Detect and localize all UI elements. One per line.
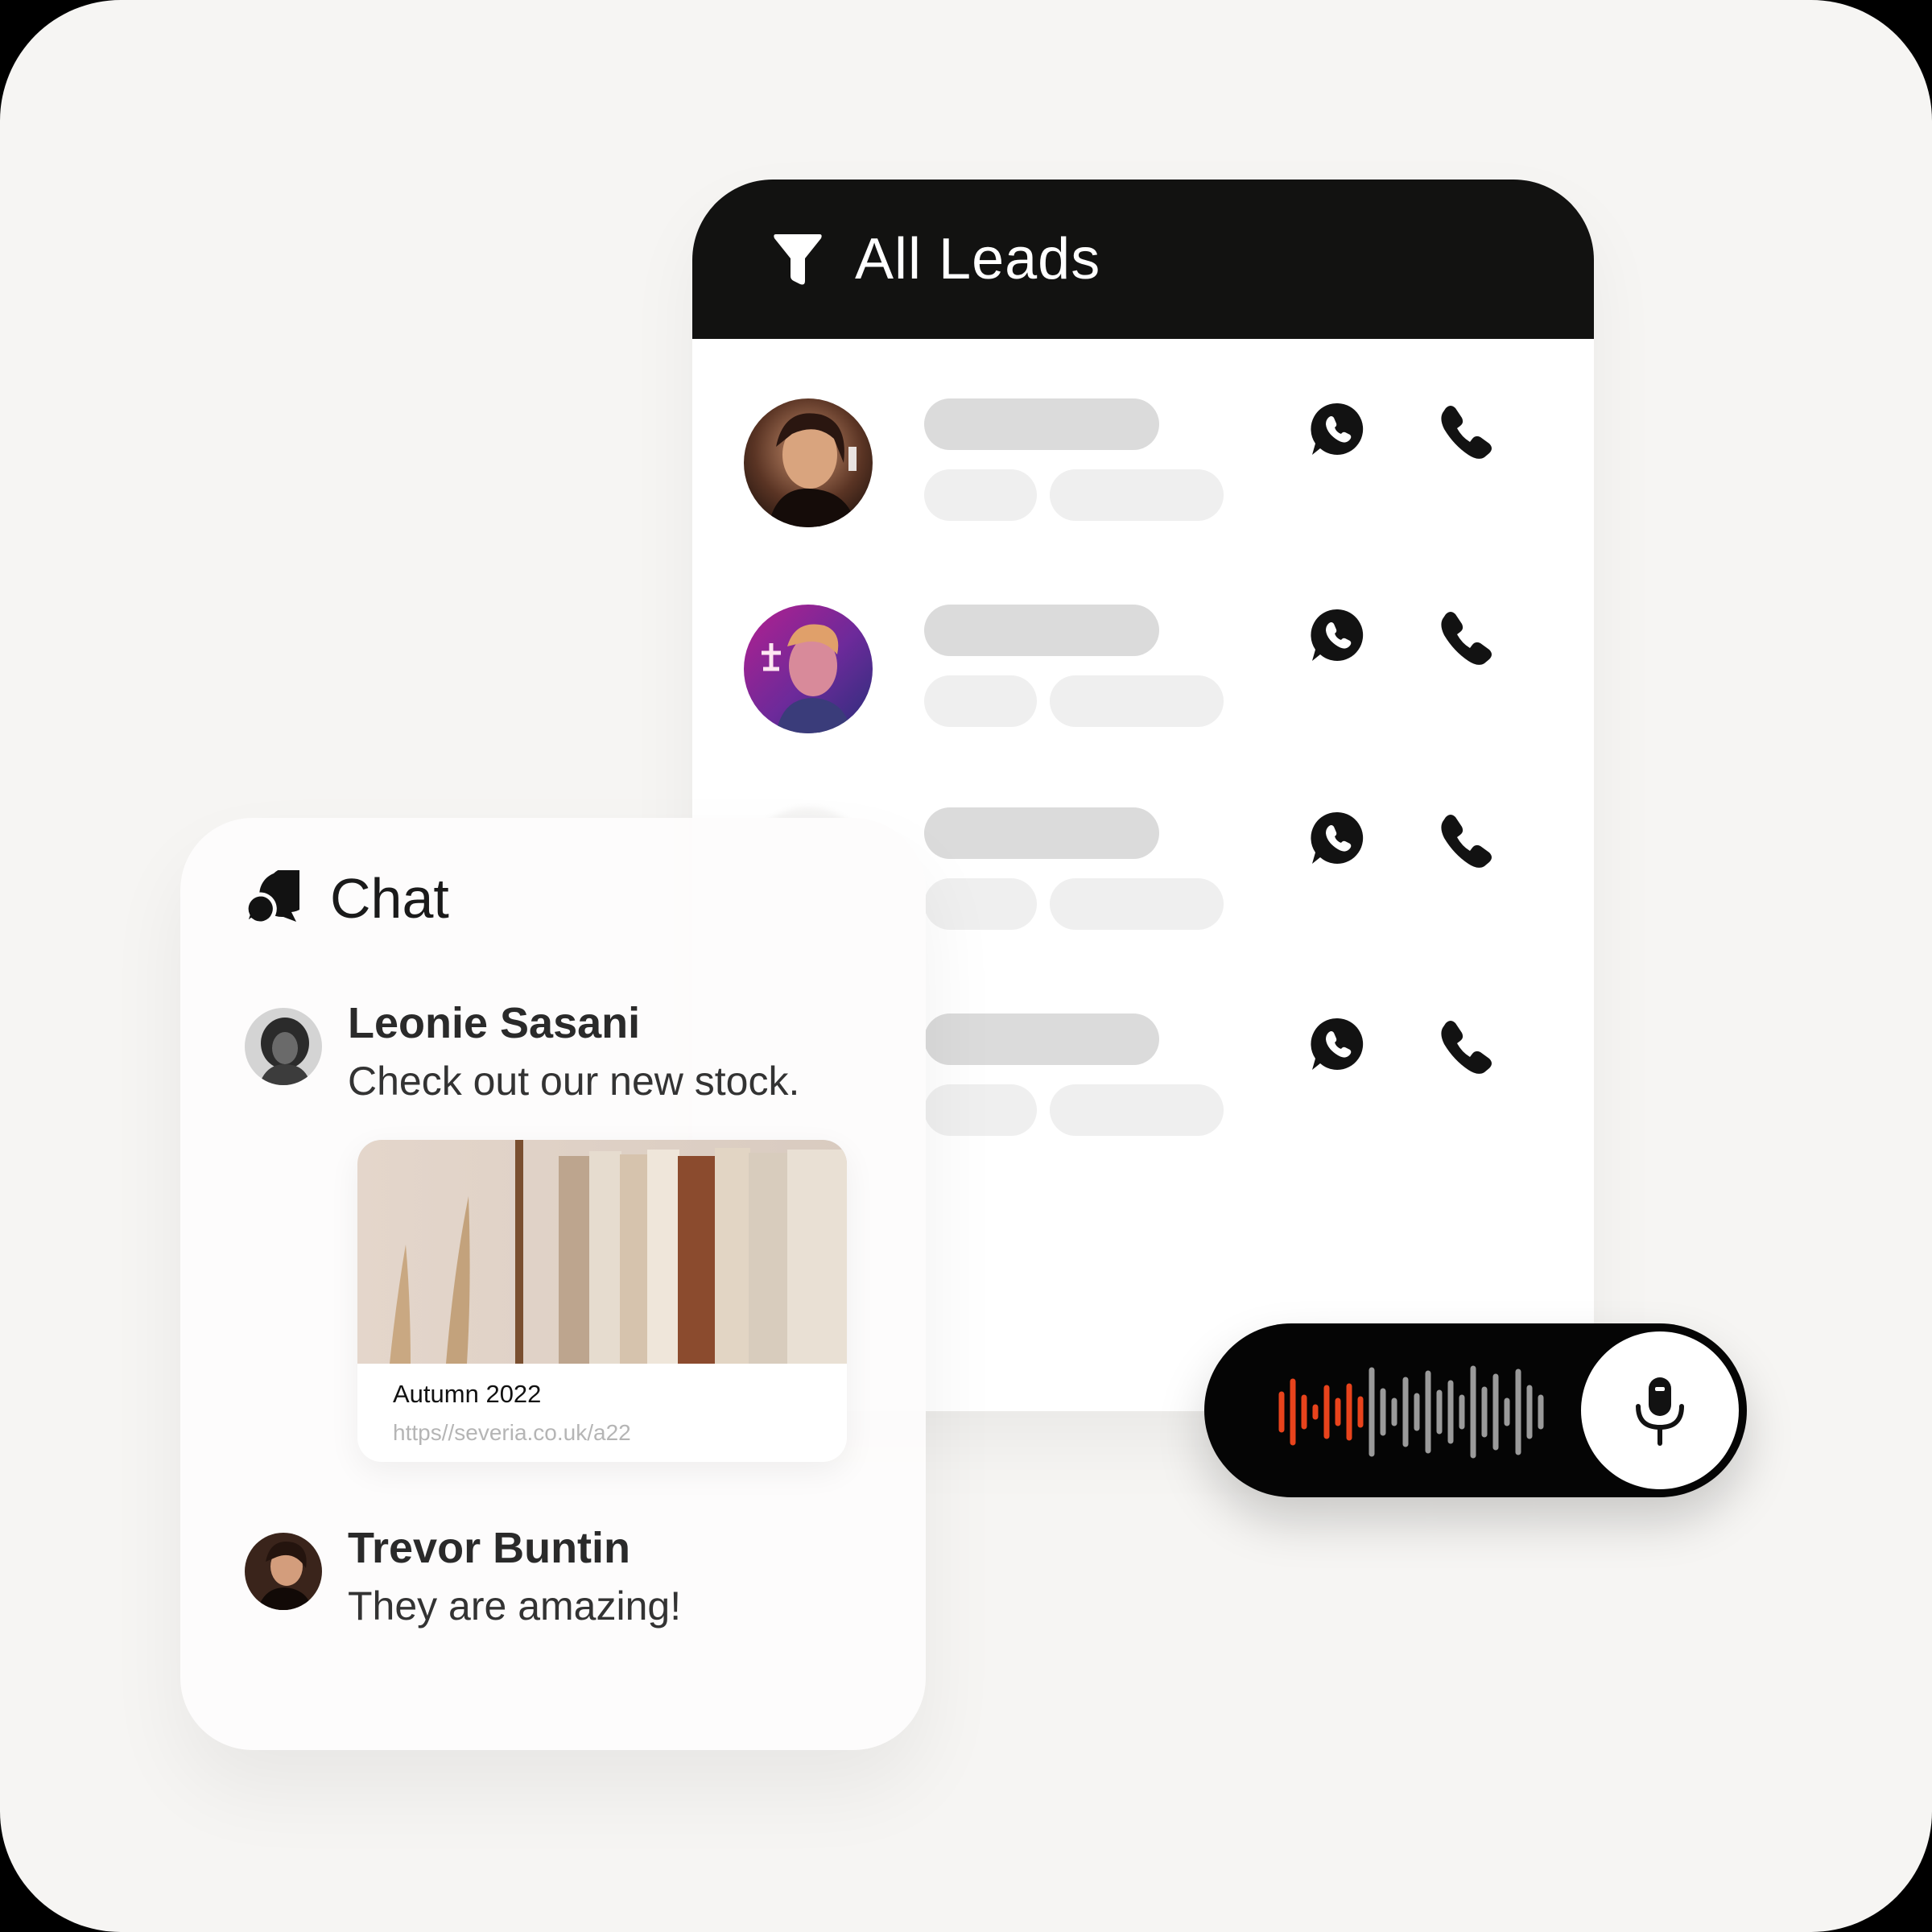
sender-name: Leonie Sasani <box>348 999 641 1047</box>
lead-row[interactable] <box>692 398 1594 535</box>
lead-name-skeleton <box>924 605 1159 656</box>
lead-tag-skeleton <box>1050 675 1224 727</box>
chat-header: Chat <box>243 866 449 931</box>
phone-icon[interactable] <box>1438 608 1496 666</box>
voice-recorder[interactable] <box>1204 1323 1747 1497</box>
chat-panel: Chat Leonie Sasani Check out our new sto… <box>180 818 926 1750</box>
lead-tag-skeleton <box>924 469 1037 521</box>
lead-name-skeleton <box>924 807 1159 859</box>
avatar <box>744 398 873 527</box>
lead-tag-skeleton <box>1050 1084 1224 1136</box>
lead-tag-skeleton <box>924 675 1037 727</box>
canvas: All Leads Chat Leonie Sasani Check out o… <box>0 0 1932 1932</box>
chat-bubbles-icon <box>243 870 299 927</box>
message-text: Check out our new stock. <box>348 1059 800 1104</box>
lead-name-skeleton <box>924 1013 1159 1065</box>
whatsapp-icon[interactable] <box>1309 1015 1367 1073</box>
link-title: Autumn 2022 <box>393 1380 542 1408</box>
whatsapp-icon[interactable] <box>1309 606 1367 664</box>
message-text: They are amazing! <box>348 1583 682 1629</box>
link-preview-card[interactable]: Autumn 2022 https//severia.co.uk/a22 <box>357 1140 847 1462</box>
link-url[interactable]: https//severia.co.uk/a22 <box>393 1420 631 1446</box>
whatsapp-icon[interactable] <box>1309 400 1367 458</box>
phone-icon[interactable] <box>1438 402 1496 460</box>
lead-tag-skeleton <box>1050 878 1224 930</box>
leads-header: All Leads <box>692 180 1594 339</box>
clothing-rack-image <box>357 1140 847 1364</box>
phone-icon[interactable] <box>1438 811 1496 869</box>
phone-icon[interactable] <box>1438 1017 1496 1075</box>
lead-row[interactable] <box>692 605 1594 741</box>
whatsapp-icon[interactable] <box>1309 809 1367 867</box>
lead-tag-skeleton <box>1050 469 1224 521</box>
leads-title: All Leads <box>855 227 1101 291</box>
avatar <box>744 605 873 733</box>
audio-waveform <box>1278 1365 1544 1459</box>
filter-icon[interactable] <box>773 231 823 287</box>
chat-title: Chat <box>330 867 449 930</box>
avatar <box>245 1533 322 1610</box>
avatar <box>245 1008 322 1085</box>
sender-name: Trevor Buntin <box>348 1524 631 1572</box>
microphone-icon <box>1636 1377 1684 1446</box>
lead-tag-skeleton <box>924 1084 1037 1136</box>
microphone-button[interactable] <box>1581 1331 1739 1489</box>
lead-name-skeleton <box>924 398 1159 450</box>
lead-tag-skeleton <box>924 878 1037 930</box>
